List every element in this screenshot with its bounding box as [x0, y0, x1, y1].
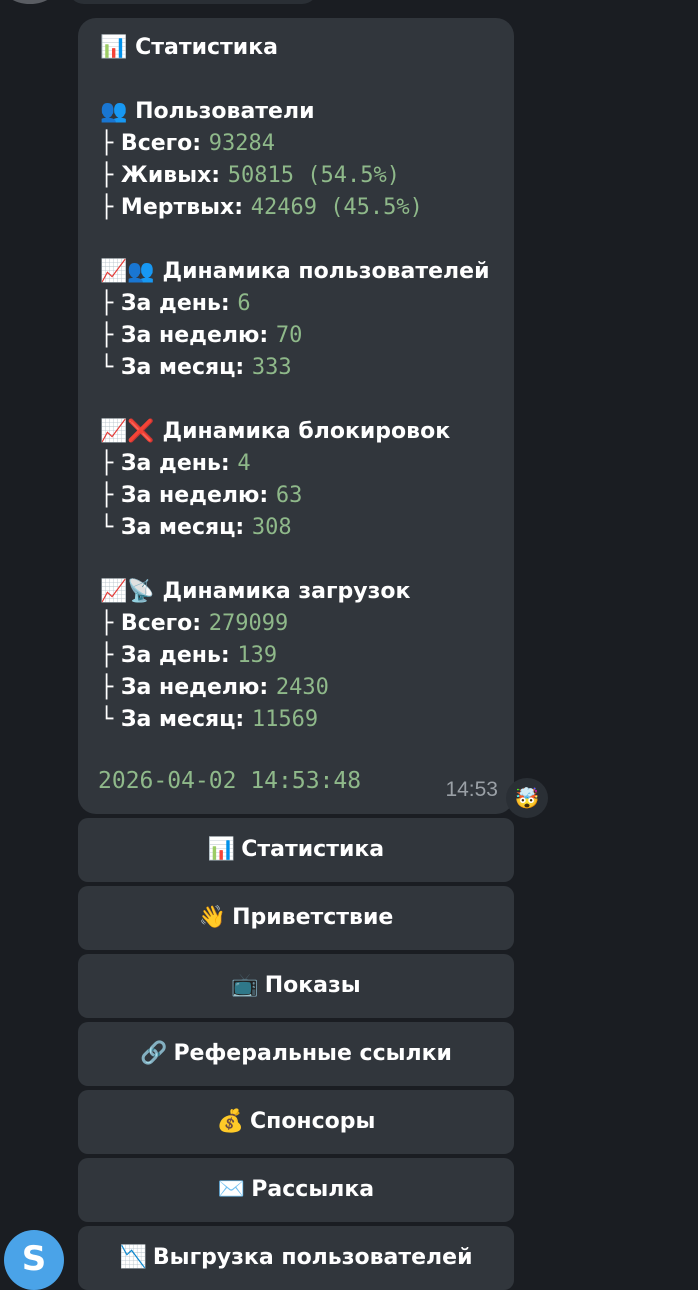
keyboard-button-greeting[interactable]: 👋 Приветствие: [78, 886, 514, 950]
keyboard-button-mailing[interactable]: ✉️ Рассылка: [78, 1158, 514, 1222]
keyboard-button-referral-links[interactable]: 🔗 Реферальные ссылки: [78, 1022, 514, 1086]
users-icon: 👥: [127, 259, 155, 284]
report-datetime: 2026-04-02 14:53:48: [98, 768, 362, 794]
block-dynamics-month-row: └ За месяц: 308: [100, 515, 292, 540]
keyboard-button-shows[interactable]: 📺 Показы: [78, 954, 514, 1018]
envelope-icon: ✉️: [217, 1177, 246, 1202]
user-dynamics-week-row: ├ За неделю: 70: [100, 323, 303, 348]
block-dynamics-title: 📈❌ Динамика блокировок: [100, 416, 514, 448]
users-dead-value: 42469 (45.5%): [250, 195, 423, 220]
waving-hand-icon: 👋: [198, 905, 227, 930]
keyboard-button-export-users[interactable]: 📉 Выгрузка пользователей: [78, 1226, 514, 1290]
sender-avatar[interactable]: S: [4, 1230, 64, 1290]
message-title: 📊 Статистика: [100, 32, 514, 64]
user-dynamics-day-row: ├ За день: 6: [100, 291, 251, 316]
previous-sender-avatar: [0, 0, 60, 4]
download-dynamics-total-row: ├ Всего: 279099: [100, 611, 289, 636]
keyboard-button-sponsors[interactable]: 💰 Спонсоры: [78, 1090, 514, 1154]
chart-up-icon: 📈: [100, 579, 128, 604]
users-dead-row: ├ Мертвых: 42469 (45.5%): [100, 195, 423, 220]
block-dynamics-day-row: ├ За день: 4: [100, 451, 251, 476]
chart-up-icon: 📈: [100, 259, 128, 284]
chart-up-icon: 📈: [100, 419, 128, 444]
users-alive-value: 50815 (54.5%): [227, 163, 400, 188]
bar-chart-icon: 📊: [207, 837, 236, 862]
users-total-value: 93284: [208, 131, 275, 156]
previous-message-bubble: [68, 0, 318, 4]
satellite-antenna-icon: 📡: [127, 579, 155, 604]
keyboard-button-statistics[interactable]: 📊 Статистика: [78, 818, 514, 882]
chart-down-icon: 📉: [119, 1245, 147, 1270]
users-section-title: 👥 Пользователи: [100, 96, 514, 128]
link-icon: 🔗: [140, 1041, 168, 1066]
message-time: 14:53: [445, 778, 498, 801]
cross-mark-icon: ❌: [127, 419, 155, 444]
download-dynamics-day-row: ├ За день: 139: [100, 643, 278, 668]
download-dynamics-title: 📈📡 Динамика загрузок: [100, 576, 514, 608]
users-alive-row: ├ Живых: 50815 (54.5%): [100, 163, 400, 188]
bar-chart-icon: 📊: [100, 35, 128, 60]
tv-icon: 📺: [231, 973, 259, 998]
download-dynamics-month-row: └ За месяц: 11569: [100, 707, 319, 732]
users-icon: 👥: [100, 99, 128, 124]
user-dynamics-month-row: └ За месяц: 333: [100, 355, 292, 380]
reaction-exploding-head-icon[interactable]: 🤯: [506, 778, 548, 818]
statistics-message: 📊 Статистика 👥 Пользователи ├ Всего: 932…: [78, 18, 514, 814]
users-total-row: ├ Всего: 93284: [100, 131, 275, 156]
user-dynamics-title: 📈👥 Динамика пользователей: [100, 256, 514, 288]
download-dynamics-week-row: ├ За неделю: 2430: [100, 675, 329, 700]
block-dynamics-week-row: ├ За неделю: 63: [100, 483, 303, 508]
money-bag-icon: 💰: [216, 1109, 244, 1134]
